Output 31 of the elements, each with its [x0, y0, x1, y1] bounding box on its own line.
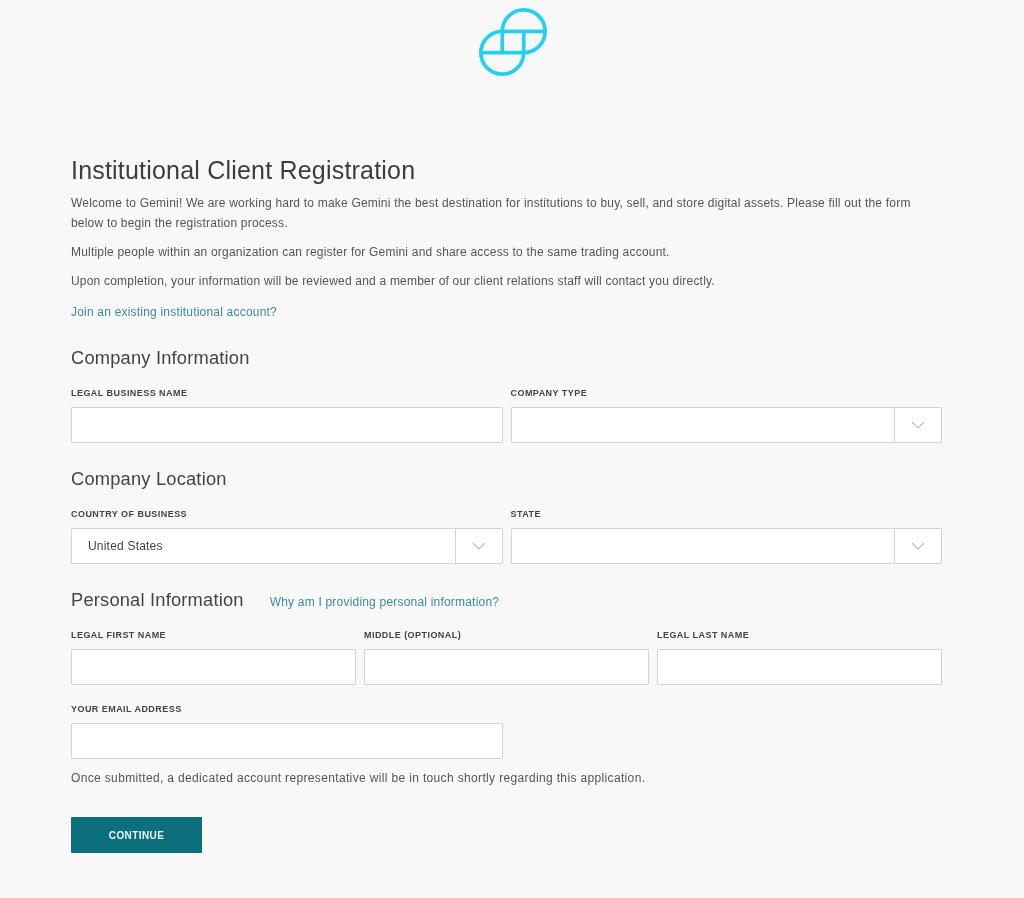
text-input[interactable]: [71, 407, 503, 443]
section-heading: Personal Information: [71, 588, 244, 612]
join-account-link[interactable]: Join an existing institutional account?: [71, 305, 277, 319]
field-label: MIDDLE (OPTIONAL): [364, 629, 462, 642]
dropdown-field[interactable]: [510, 528, 942, 564]
dropdown-field[interactable]: [510, 407, 942, 443]
intro-paragraph: Welcome to Gemini! We are working hard to make Gemini the best destination for institutions to buy, sell, and store digital assets. Please fill out the form below to begin the registration process.: [71, 195, 912, 232]
intro-paragraph: Multiple people within an organization can register for Gemini and share access to the same trading account.: [71, 244, 671, 261]
help-link[interactable]: Why am I providing personal information?: [269, 595, 500, 609]
field-label: LEGAL FIRST NAME: [71, 629, 167, 642]
chevron-down-icon: [911, 542, 925, 550]
field-label: YOUR EMAIL ADDRESS: [71, 703, 182, 716]
intro-paragraph: Upon completion, your information will be reviewed and a member of our client relations staff will contact you directly.: [71, 273, 716, 290]
continue-button[interactable]: CONTINUE: [71, 817, 202, 853]
logo-icon: [479, 8, 547, 76]
text-input[interactable]: [364, 649, 649, 685]
field-label: LEGAL LAST NAME: [657, 629, 750, 642]
submission-note: Once submitted, a dedicated account representative will be in touch shortly regarding this application.: [71, 770, 647, 787]
section-heading: Company Location: [71, 467, 227, 491]
text-input[interactable]: [71, 723, 503, 759]
field-label: COUNTRY OF BUSINESS: [71, 508, 188, 521]
field-label: LEGAL BUSINESS NAME: [71, 387, 188, 400]
field-label: COMPANY TYPE: [510, 387, 588, 400]
page-title: Institutional Client Registration: [71, 156, 417, 184]
chevron-down-icon: [471, 542, 486, 550]
text-input[interactable]: [71, 649, 356, 685]
text-input[interactable]: [657, 649, 942, 685]
dropdown-field[interactable]: United States: [71, 528, 503, 564]
chevron-down-icon: [911, 421, 925, 429]
section-heading: Company Information: [71, 346, 250, 370]
field-label: STATE: [510, 508, 541, 521]
